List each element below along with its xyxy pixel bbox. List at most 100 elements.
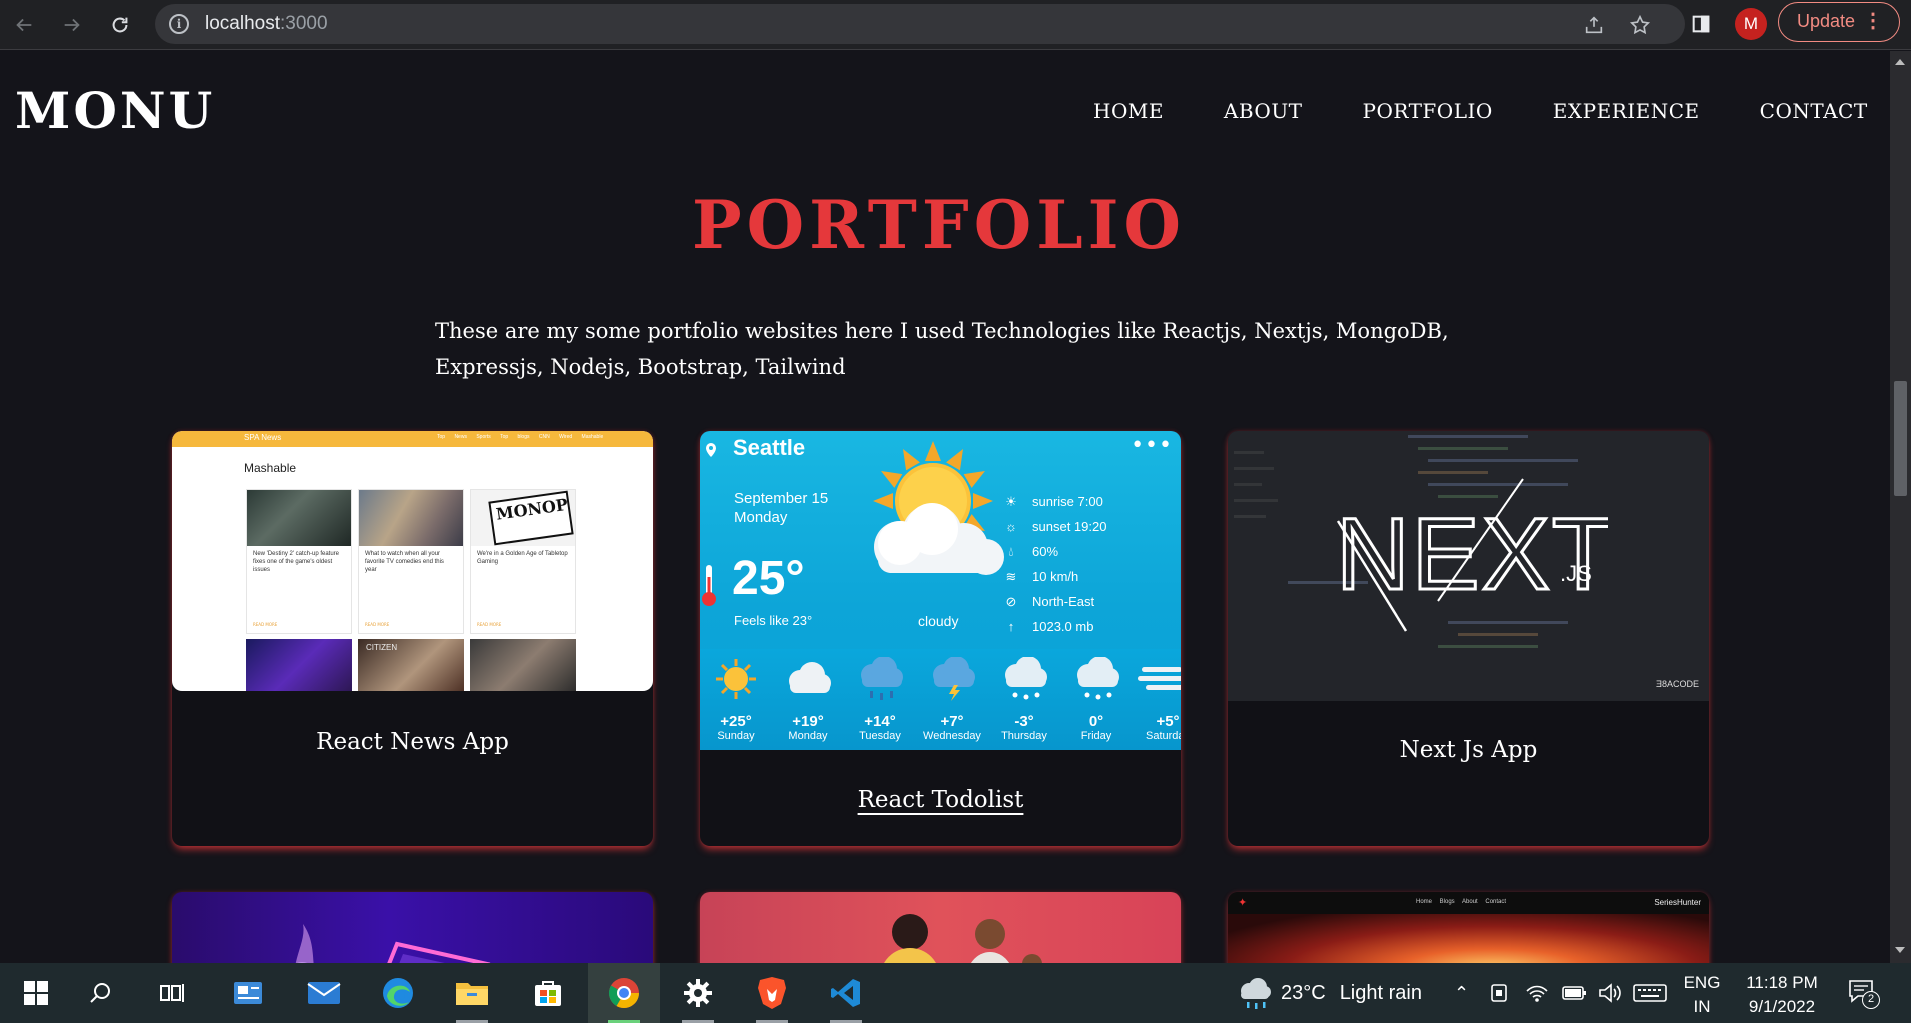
main-nav: HOME ABOUT PORTFOLIO EXPERIENCE CONTACT <box>1093 99 1868 123</box>
card-caption[interactable]: React Todolist <box>700 787 1181 813</box>
reload-button[interactable] <box>104 9 136 41</box>
weather-condition-text: Light rain <box>1339 981 1422 1004</box>
movie-banner <box>1228 914 1709 963</box>
page-scrollbar[interactable] <box>1890 51 1911 963</box>
taskbar-app-edge[interactable] <box>362 963 434 1023</box>
weather-stat: ≋ 10 km/h <box>1000 564 1106 589</box>
taskbar-app-mail[interactable] <box>288 963 360 1023</box>
update-button[interactable]: Update ⋮ <box>1778 2 1900 42</box>
forecast-day-name: Tuesday <box>859 730 901 742</box>
movie-site-thumbnail: ✦ Home Blogs About Contact SeriesHunter <box>1228 892 1709 963</box>
portfolio-card-6[interactable]: ✦ Home Blogs About Contact SeriesHunter <box>1228 892 1709 963</box>
browser-toolbar: i localhost:3000 M Update ⋮ <box>0 0 1911 50</box>
news-links: Top News Sports Top blogs CNN Wired Mash… <box>437 434 604 440</box>
weather-date: September 15 Monday <box>734 489 828 527</box>
forecast-day-name: Thursday <box>1001 730 1047 742</box>
taskbar-app-vscode[interactable] <box>810 963 882 1023</box>
forecast-day-name: Wednesday <box>923 730 981 742</box>
location-pin-icon <box>706 443 716 457</box>
forward-button[interactable] <box>56 9 88 41</box>
pressure-arrow-icon: ↑ <box>1007 619 1015 634</box>
scroll-thumb[interactable] <box>1894 381 1907 496</box>
portfolio-card-todolist[interactable]: Seattle ••• September 15 Monday 25° Feel… <box>700 431 1181 846</box>
fog-icon <box>1138 667 1181 690</box>
nav-about[interactable]: ABOUT <box>1224 99 1303 123</box>
url-text[interactable]: localhost:3000 <box>205 13 328 35</box>
weather-stats: ☀ sunrise 7:00 ☼ sunset 19:20 💧︎ 60% ≋ 10 km… <box>1000 489 1106 639</box>
nav-home[interactable]: HOME <box>1093 99 1164 123</box>
portfolio-card-news[interactable]: SPA News Top News Sports Top blogs CNN W… <box>172 431 653 846</box>
start-button[interactable] <box>0 963 72 1023</box>
news-tile: MONOPOLY We're in a Golden Age of Tablet… <box>470 489 576 634</box>
forecast-day: +19° Monday <box>772 649 844 742</box>
card-caption[interactable]: Next Js App <box>1228 737 1709 763</box>
wifi-icon[interactable] <box>1525 983 1549 1003</box>
taskbar-app-chrome[interactable] <box>588 963 660 1023</box>
address-bar[interactable]: i localhost:3000 <box>155 4 1685 44</box>
forecast-temp: 0° <box>1088 713 1104 730</box>
task-view-button[interactable] <box>136 963 208 1023</box>
notification-center-button[interactable]: 2 <box>1848 979 1880 1009</box>
task-view-icon <box>160 984 184 1002</box>
taskbar-weather[interactable]: 23°C Light rain <box>1237 977 1422 1009</box>
keyboard-icon[interactable] <box>1633 983 1667 1003</box>
dancers-graphic <box>884 914 1042 963</box>
movie-site-brand: SeriesHunter <box>1654 898 1701 907</box>
weather-stat-text: sunrise 7:00 <box>1032 494 1103 509</box>
nav-portfolio[interactable]: PORTFOLIO <box>1363 99 1493 123</box>
weather-stat: ⊘ North-East <box>1000 589 1106 614</box>
chevron-up-icon[interactable]: ⌃ <box>1454 983 1469 1004</box>
clock-date: 9/1/2022 <box>1748 997 1816 1016</box>
portfolio-page: MONU HOME ABOUT PORTFOLIO EXPERIENCE CON… <box>0 51 1890 963</box>
nav-contact[interactable]: CONTACT <box>1760 99 1868 123</box>
back-button[interactable] <box>8 9 40 41</box>
rain-cloud-icon <box>1241 978 1271 1009</box>
mail-icon <box>307 982 341 1004</box>
thermometer-icon <box>702 565 716 606</box>
scroll-up-arrow-icon[interactable] <box>1895 59 1905 65</box>
portfolio-card-4[interactable] <box>172 892 653 963</box>
news-header-bar: SPA News Top News Sports Top blogs CNN W… <box>172 431 653 447</box>
taskbar-app-store[interactable] <box>512 963 584 1023</box>
side-panel-icon[interactable] <box>1690 13 1712 35</box>
taskbar-app-brave[interactable] <box>736 963 808 1023</box>
profile-avatar[interactable]: M <box>1735 8 1767 40</box>
bookmark-star-icon[interactable] <box>1629 14 1651 36</box>
battery-icon[interactable] <box>1562 983 1588 1003</box>
news-tile-image <box>246 639 352 691</box>
news-heading: Mashable <box>244 461 297 475</box>
scroll-down-arrow-icon[interactable] <box>1895 947 1905 953</box>
compass-icon: ⊘ <box>1005 593 1017 609</box>
reload-icon <box>112 17 128 33</box>
site-info-icon[interactable]: i <box>169 14 189 34</box>
portfolio-card-nextjs[interactable]: NEXT .JS Ǝ8ACODE Next Js App <box>1228 431 1709 846</box>
weather-stat-text: sunset 19:20 <box>1032 519 1107 534</box>
taskbar-app-widget[interactable] <box>212 963 284 1023</box>
nav-experience[interactable]: EXPERIENCE <box>1553 99 1700 123</box>
cloud-icon <box>789 662 831 693</box>
card-caption[interactable]: React News App <box>172 729 653 755</box>
humidity-drop-icon: 💧︎ <box>1008 543 1014 559</box>
news-tile-text: New 'Destiny 2' catch-up feature fixes o… <box>253 551 339 573</box>
search-button[interactable] <box>64 963 136 1023</box>
portfolio-intro: These are my some portfolio websites her… <box>435 319 1449 379</box>
language-indicator[interactable]: ENG IN <box>1680 971 1724 1019</box>
clock[interactable]: 11:18 PM 9/1/2022 <box>1736 971 1828 1019</box>
forecast-temp: +19° <box>792 713 824 730</box>
section-title: PORTFOLIO <box>691 186 1187 264</box>
share-icon[interactable] <box>1583 14 1605 36</box>
edge-browser-icon <box>383 978 413 1008</box>
arrow-right-icon <box>64 18 80 32</box>
news-read-more: READ MORE <box>365 622 390 627</box>
news-tile-text: What to watch when all your favorite TV … <box>365 551 444 573</box>
taskbar-app-settings[interactable] <box>662 963 734 1023</box>
taskbar-app-explorer[interactable] <box>436 963 508 1023</box>
volume-icon[interactable] <box>1598 983 1622 1003</box>
sun-cloud-icon <box>873 441 1004 575</box>
weather-stat: ☀ sunrise 7:00 <box>1000 489 1106 514</box>
more-dots-icon: ••• <box>1131 433 1173 458</box>
meet-now-icon[interactable] <box>1490 982 1508 1004</box>
portfolio-card-5[interactable] <box>700 892 1181 963</box>
site-logo[interactable]: MONU <box>15 81 215 140</box>
forecast-day-name: Saturday <box>1145 730 1181 742</box>
